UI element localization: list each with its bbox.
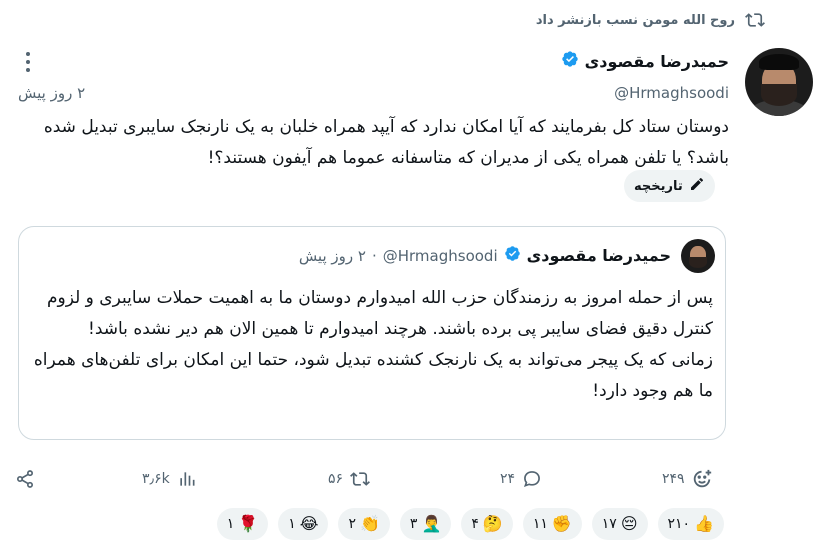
replies-count: ۲۴	[500, 471, 516, 487]
reaction-thinking[interactable]: ۴ 🤔	[461, 508, 513, 540]
author-name[interactable]: حمیدرضا مقصودی	[585, 52, 729, 71]
rose-icon: 🌹	[238, 514, 259, 533]
pencil-icon	[689, 176, 705, 196]
thinking-face-icon: 🤔	[482, 514, 503, 533]
share-button[interactable]	[14, 464, 36, 494]
repost-icon	[745, 10, 765, 30]
raised-fist-icon: ✊	[551, 514, 572, 533]
action-bar: ۳٫۶k ۵۶ ۲۴ ۲۴۹	[14, 464, 724, 494]
author-avatar[interactable]	[745, 48, 813, 116]
reaction-thumbs-up[interactable]: ۲۱۰ 👍	[657, 508, 724, 540]
reactions-total: ۲۴۹	[662, 471, 685, 487]
thumbs-up-icon: 👍	[694, 514, 714, 533]
reply-button[interactable]: ۲۴	[500, 464, 543, 494]
history-label: تاریخچه	[634, 178, 683, 194]
quoted-text-paragraph-1: پس از حمله امروز به رزمندگان حزب الله ام…	[46, 288, 713, 339]
reposts-count: ۵۶	[328, 471, 344, 487]
reaction-rose[interactable]: ۱ 🌹	[216, 508, 269, 540]
reaction-count: ۱۱	[532, 516, 548, 532]
react-button[interactable]: ۲۴۹	[662, 464, 713, 494]
tweet-time[interactable]: ۲ روز پیش	[18, 84, 85, 102]
verified-badge-icon	[561, 50, 579, 72]
facepalm-icon: 🤦‍♂️	[421, 514, 442, 533]
pensive-face-icon: 😔	[620, 514, 638, 533]
quoted-header: حمیدرضا مقصودی @Hrmaghsoodi · ۲ روز پیش	[299, 245, 671, 266]
share-icon	[14, 468, 36, 490]
repost-icon	[349, 468, 371, 490]
verified-badge-icon	[504, 245, 521, 266]
reaction-count: ۲۱۰	[667, 516, 691, 532]
reaction-raised-fist[interactable]: ۱۱ ✊	[522, 508, 582, 540]
history-button[interactable]: تاریخچه	[624, 170, 715, 202]
views-icon	[176, 468, 198, 490]
quoted-author-handle: @Hrmaghsoodi	[382, 246, 498, 265]
author-name-row: حمیدرضا مقصودی	[561, 50, 729, 72]
separator-dot: ·	[371, 246, 377, 265]
reaction-clapping[interactable]: ۲ 👏	[338, 508, 390, 540]
reaction-list: ۲۱۰ 👍 ۱۷ 😔 ۱۱ ✊ ۴ 🤔 ۳ 🤦‍♂️ ۲ 👏 ۱ 😂 ۱ 🌹	[172, 508, 724, 542]
reaction-count: ۴	[471, 516, 479, 532]
quoted-text: پس از حمله امروز به رزمندگان حزب الله ام…	[33, 283, 713, 407]
quoted-text-paragraph-2: زمانی که یک پیجر می‌تواند به یک نارنجک ک…	[33, 350, 713, 401]
clapping-hands-icon: 👏	[359, 514, 380, 533]
views-count: ۳٫۶k	[142, 471, 170, 487]
quoted-author-name: حمیدرضا مقصودی	[526, 246, 671, 265]
reaction-count: ۲	[348, 516, 356, 532]
reaction-count: ۱	[288, 516, 296, 532]
reaction-count: ۱۷	[601, 516, 617, 532]
reaction-pensive[interactable]: ۱۷ 😔	[591, 508, 648, 540]
add-reaction-icon	[691, 468, 713, 490]
views-button[interactable]: ۳٫۶k	[142, 464, 198, 494]
repost-indicator[interactable]: روح الله مومن نسب بازنشر داد	[536, 10, 765, 30]
repost-button[interactable]: ۵۶	[328, 464, 371, 494]
reaction-count: ۱	[226, 516, 235, 532]
quoted-tweet[interactable]: حمیدرضا مقصودی @Hrmaghsoodi · ۲ روز پیش …	[18, 226, 726, 440]
quoted-time: ۲ روز پیش	[298, 246, 366, 265]
quoted-author-avatar	[681, 239, 715, 273]
laughing-face-icon: 😂	[299, 514, 319, 533]
reaction-laughing[interactable]: ۱ 😂	[278, 508, 329, 540]
more-icon[interactable]	[22, 52, 34, 72]
reaction-count: ۳	[409, 516, 418, 532]
repost-label: روح الله مومن نسب بازنشر داد	[535, 12, 735, 28]
tweet-text: دوستان ستاد کل بفرمایند که آیا امکان ندا…	[43, 117, 729, 168]
author-handle[interactable]: @Hrmaghsoodi	[614, 84, 729, 102]
reply-icon	[521, 468, 543, 490]
reaction-facepalm[interactable]: ۳ 🤦‍♂️	[399, 508, 452, 540]
